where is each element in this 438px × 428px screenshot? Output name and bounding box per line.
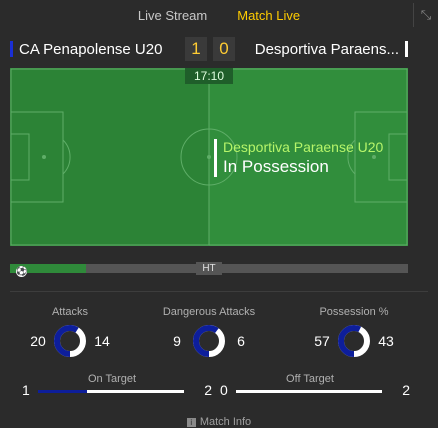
halftime-marker: HT [196, 262, 222, 275]
away-team-name: Desportiva Paraens... [254, 40, 399, 58]
stat-off-target: Off Target 0 2 [210, 373, 410, 403]
bar-stat-track [236, 390, 382, 393]
scoreline: CA Penapolense U20 1 0 Desportiva Paraen… [0, 36, 438, 62]
stat-label: Possession % [319, 306, 389, 318]
tab-bar: Live Stream Match Live [0, 0, 438, 30]
match-info-link[interactable]: i Match Info [0, 416, 438, 428]
home-team-name: CA Penapolense U20 [19, 40, 163, 58]
bar-stat-away-value: 2 [402, 382, 410, 398]
bar-stat-fill [38, 390, 87, 393]
possession-indicator: Desportiva Paraense U20 In Possession [214, 139, 383, 177]
collapse-arrows-icon[interactable]: ⤡ [413, 3, 438, 27]
bar-stat-label: Off Target [286, 373, 334, 385]
stat-ring [338, 325, 370, 357]
possession-team: Desportiva Paraense U20 [223, 139, 384, 155]
away-team: Desportiva Paraens... [255, 40, 408, 58]
bar-stat-home-value: 1 [22, 382, 30, 398]
bar-stat-home-value: 0 [220, 382, 228, 398]
home-team-color-bar [10, 41, 13, 57]
tab-live-stream[interactable]: Live Stream [123, 8, 222, 23]
home-score: 1 [185, 37, 207, 61]
stat-dangerous-attacks: Dangerous Attacks 9 6 [139, 306, 279, 358]
stat-label: Dangerous Attacks [162, 306, 256, 318]
away-team-color-bar [405, 41, 408, 57]
stat-on-target: On Target 1 2 [12, 373, 212, 403]
info-icon: i [186, 418, 196, 427]
bar-stat-track [38, 390, 184, 393]
match-clock: 17:10 [185, 68, 233, 84]
home-team: CA Penapolense U20 [10, 40, 162, 58]
match-info-label: Match Info [199, 416, 252, 428]
stat-away-value: 6 [237, 333, 245, 349]
stat-possession: Possession % 57 43 [284, 306, 424, 358]
away-score: 0 [213, 37, 235, 61]
stat-home-value: 20 [30, 333, 46, 349]
stat-away-value: 14 [94, 333, 110, 349]
stat-attacks: Attacks 20 14 [0, 306, 140, 358]
stat-ring [193, 325, 225, 357]
divider [10, 291, 428, 292]
stat-away-value: 43 [378, 333, 394, 349]
football-icon: ⚽ [16, 266, 28, 277]
stat-label: Attacks [51, 306, 89, 318]
stat-ring [54, 325, 86, 357]
possession-status: In Possession [223, 157, 329, 176]
stat-home-value: 9 [173, 333, 181, 349]
bar-stat-label: On Target [87, 373, 137, 385]
tab-match-live[interactable]: Match Live [222, 8, 315, 23]
stat-home-value: 57 [314, 333, 330, 349]
